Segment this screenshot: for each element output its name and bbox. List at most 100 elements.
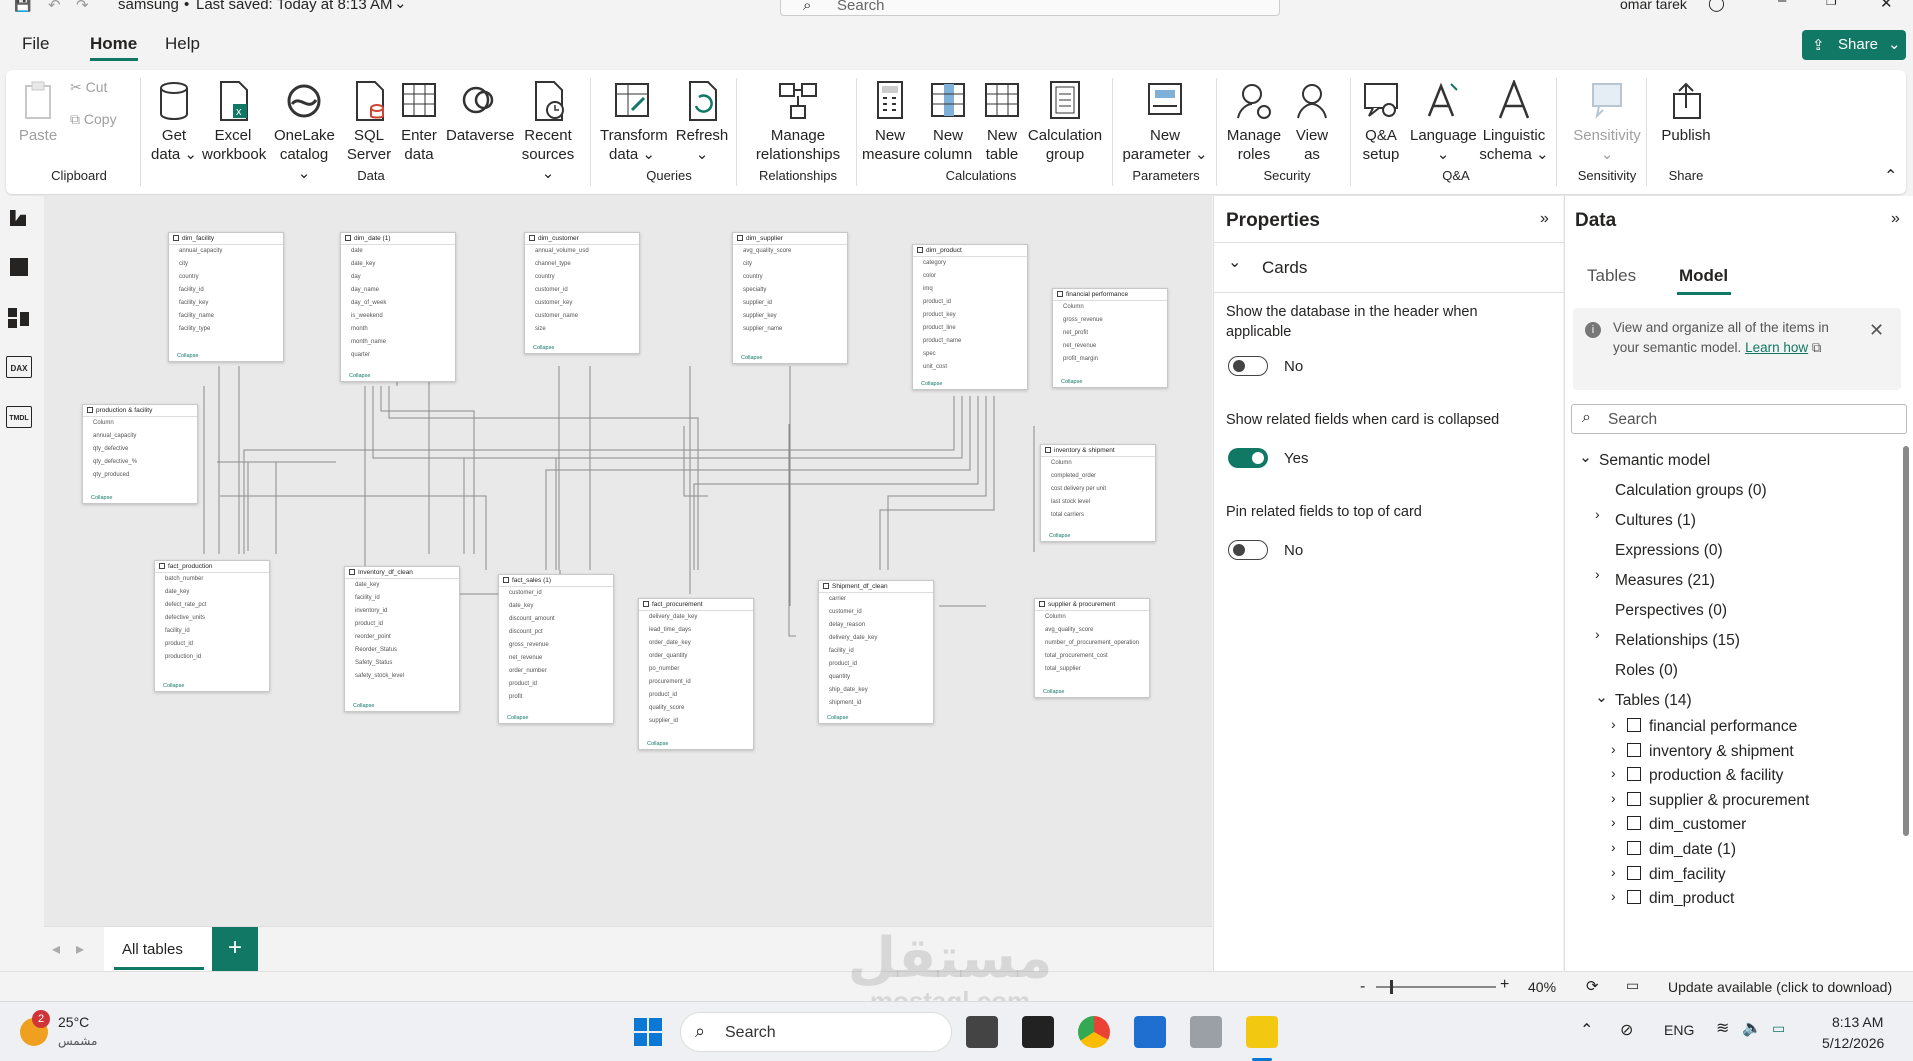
field-row[interactable]: total_procurement_cost [1035,650,1149,663]
field-row[interactable]: customer_key [525,297,639,310]
table-card-header[interactable]: dim_supplier [733,233,847,245]
field-row[interactable]: facility_type [169,323,283,336]
collapse-link[interactable]: Collapse [507,715,528,721]
table-card[interactable]: supplier & procurement Column avg_quality_… [1034,598,1150,698]
tree-table-item[interactable]: dim_product [1649,890,1734,908]
field-row[interactable]: profit_margin [1053,353,1167,366]
field-row[interactable]: category [913,257,1027,270]
field-row[interactable]: facility_key [169,297,283,310]
table-card-header[interactable]: inventory & shipment [1041,445,1155,457]
table-card[interactable]: inventory & shipment Column completed_orde… [1040,444,1156,542]
table-card[interactable]: dim_product category color imq product_id pro… [912,244,1028,390]
table-card[interactable]: dim_date (1) date date_key day day_name day_o… [340,232,456,382]
field-row[interactable]: lead_time_days [639,624,753,637]
field-row[interactable]: day_of_week [341,297,455,310]
field-row[interactable]: cost delivery per unit [1041,483,1155,496]
tree-tables[interactable]: Tables (14) [1615,692,1692,710]
field-row[interactable]: quantity [819,671,933,684]
report-view-icon[interactable] [10,210,26,226]
field-row[interactable]: facility_id [345,592,459,605]
field-row[interactable]: Column [1053,301,1167,314]
field-row[interactable]: specialty [733,284,847,297]
collapse-link[interactable]: Collapse [533,345,554,351]
zoom-out-button[interactable]: - [1360,978,1365,996]
field-row[interactable]: day_name [341,284,455,297]
field-row[interactable]: delivery_date_key [639,611,753,624]
field-row[interactable]: quality_score [639,702,753,715]
scrollbar[interactable] [1903,446,1909,836]
field-row[interactable]: ship_date_key [819,684,933,697]
table-card-header[interactable]: Shipment_df_clean [819,581,933,593]
field-row[interactable]: date_key [345,579,459,592]
calculator-app-icon[interactable] [1190,1016,1222,1048]
field-row[interactable]: customer_id [499,587,613,600]
field-row[interactable]: unit_cost [913,361,1027,374]
linguistic-schema-button[interactable]: Linguistic schema ⌄ [1478,80,1550,164]
clock-time[interactable]: 8:13 AM [1832,1014,1883,1030]
new-parameter-button[interactable]: New parameter ⌄ [1120,80,1210,164]
tree-measures[interactable]: Measures (21) [1615,572,1715,590]
field-row[interactable]: channel_type [525,258,639,271]
field-row[interactable]: profit [499,691,613,704]
field-row[interactable]: month_name [341,336,455,349]
table-card-header[interactable]: dim_facility [169,233,283,245]
table-card[interactable]: Shipment_df_clean carrier customer_id delay… [818,580,934,724]
field-row[interactable]: date_key [499,600,613,613]
excel-workbook-button[interactable]: x Excel workbook [202,80,266,164]
field-row[interactable]: discount_pct [499,626,613,639]
field-row[interactable]: qty_produced [83,469,197,482]
close-icon[interactable]: ✕ [1869,320,1884,341]
field-row[interactable]: delivery_date_key [819,632,933,645]
field-row[interactable]: product_id [155,638,269,651]
collapse-link[interactable]: Collapse [647,741,668,747]
language-indicator[interactable]: ENG [1664,1022,1694,1038]
update-available-link[interactable]: Update available (click to download) [1668,979,1892,995]
field-row[interactable]: customer_id [819,606,933,619]
table-card[interactable]: fact_production batch_number date_key defec… [154,560,270,692]
field-row[interactable]: net_revenue [499,652,613,665]
redo-icon[interactable]: ↷ [76,0,89,14]
field-row[interactable]: po_number [639,663,753,676]
field-row[interactable]: annual_volume_usd [525,245,639,258]
field-row[interactable]: spec [913,348,1027,361]
field-row[interactable]: completed_order [1041,470,1155,483]
field-row[interactable]: product_id [913,296,1027,309]
field-row[interactable]: carrier [819,593,933,606]
table-card[interactable]: dim_customer annual_volume_usd channel_typ… [524,232,640,354]
save-icon[interactable]: 💾 [14,0,31,13]
chevron-right-icon[interactable]: › [1611,888,1616,904]
collapse-link[interactable]: Collapse [163,683,184,689]
collapse-link[interactable]: Collapse [1061,379,1082,385]
task-view-icon[interactable] [966,1016,998,1048]
field-row[interactable]: number_of_procurement_operation [1035,637,1149,650]
cut-button[interactable]: ✂ Cut [70,78,107,97]
refresh-button[interactable]: Refresh ⌄ [674,80,730,164]
field-row[interactable]: Column [1041,457,1155,470]
tree-table-item[interactable]: dim_facility [1649,866,1726,884]
get-data-button[interactable]: Get data ⌄ [150,80,198,164]
new-measure-button[interactable]: New measure [862,80,920,164]
field-row[interactable]: order_number [499,665,613,678]
field-row[interactable]: net_revenue [1053,340,1167,353]
enter-data-button[interactable]: Enter data [398,80,440,164]
taskbar-search[interactable]: ⌕ Search [680,1012,952,1052]
file-name[interactable]: samsung [118,0,179,13]
field-row[interactable]: country [733,271,847,284]
collapse-link[interactable]: Collapse [177,353,198,359]
chevron-down-icon[interactable]: ⌄ [1228,252,1241,272]
dax-query-view-icon[interactable]: DAX [6,356,32,378]
tree-cultures[interactable]: Cultures (1) [1615,512,1696,530]
field-row[interactable]: defective_units [155,612,269,625]
field-row[interactable]: quarter [341,349,455,362]
chevron-down-icon[interactable]: ⌄ [1579,448,1592,467]
table-card-header[interactable]: dim_product [913,245,1027,257]
field-row[interactable]: size [525,323,639,336]
field-row[interactable]: product_id [819,658,933,671]
volume-icon[interactable]: 🔈 [1742,1018,1762,1038]
terminal-icon[interactable] [1022,1016,1054,1048]
tree-calc-groups[interactable]: Calculation groups (0) [1615,482,1767,500]
transform-data-button[interactable]: Transform data ⌄ [600,80,668,164]
cards-section-header[interactable]: Cards [1262,258,1307,278]
chevron-down-icon[interactable]: ⌄ [394,0,407,12]
field-row[interactable]: annual_capacity [169,245,283,258]
